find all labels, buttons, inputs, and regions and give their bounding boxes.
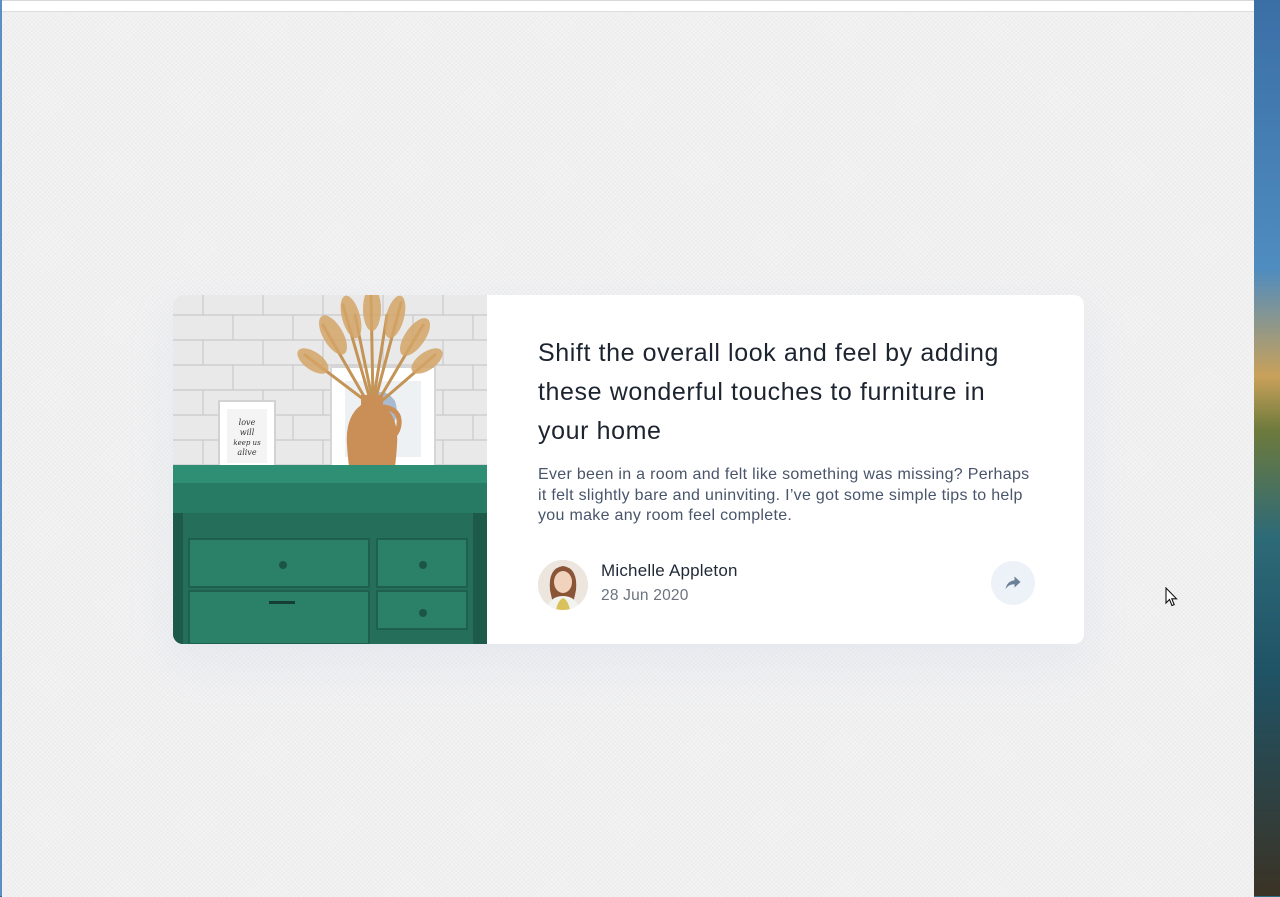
article-description: Ever been in a room and felt like someth… bbox=[538, 466, 1030, 524]
dresser-illustration: love will keep us alive bbox=[173, 295, 487, 644]
author-row: Michelle Appleton 28 Jun 2020 bbox=[538, 560, 1035, 612]
browser-window: love will keep us alive Shift the overal… bbox=[2, 0, 1254, 897]
share-icon bbox=[1005, 576, 1021, 590]
svg-text:love: love bbox=[239, 418, 256, 427]
author-name: Michelle Appleton bbox=[601, 561, 738, 580]
desktop-wallpaper bbox=[1254, 0, 1280, 896]
article-content: Shift the overall look and feel by addin… bbox=[487, 295, 1084, 644]
share-button[interactable] bbox=[991, 561, 1035, 605]
article-card: love will keep us alive Shift the overal… bbox=[173, 295, 1084, 644]
svg-text:keep us: keep us bbox=[233, 439, 261, 447]
svg-text:will: will bbox=[240, 428, 255, 437]
avatar bbox=[538, 560, 588, 610]
browser-toolbar bbox=[2, 1, 1254, 12]
mouse-cursor-icon bbox=[1165, 587, 1178, 607]
avatar-illustration bbox=[538, 560, 588, 610]
article-image: love will keep us alive bbox=[173, 295, 487, 644]
article-title[interactable]: Shift the overall look and feel by addin… bbox=[538, 334, 1038, 451]
publish-date: 28 Jun 2020 bbox=[601, 587, 689, 604]
svg-text:alive: alive bbox=[237, 448, 256, 457]
